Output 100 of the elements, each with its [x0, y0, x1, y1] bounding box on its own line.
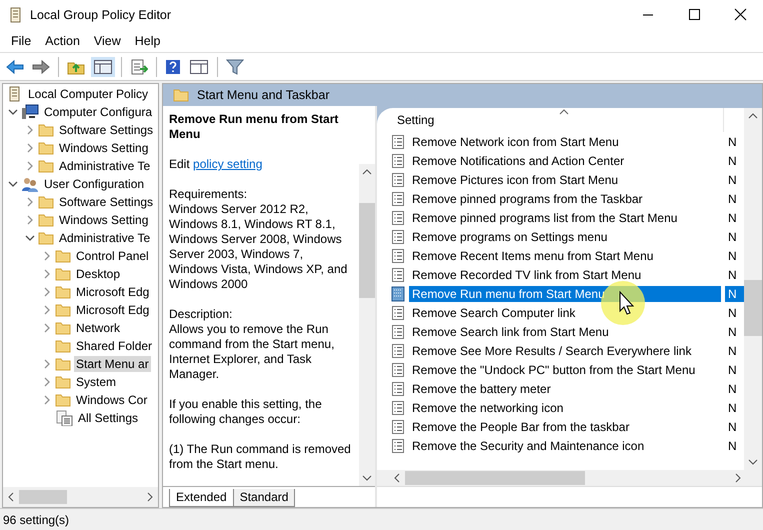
folder-icon [38, 123, 54, 137]
policy-setting-icon [391, 134, 405, 150]
scroll-up-icon[interactable] [748, 112, 758, 120]
chevron-right-icon[interactable] [42, 323, 52, 333]
setting-name[interactable]: Remove Search Computer link [409, 304, 721, 320]
chevron-right-icon[interactable] [42, 395, 52, 405]
folder-icon [55, 285, 71, 299]
tree-item[interactable]: Administrative Te [57, 230, 152, 246]
scroll-down-icon[interactable] [362, 474, 372, 482]
horizontal-scrollbar[interactable] [3, 487, 158, 507]
scroll-left-icon[interactable] [7, 492, 15, 502]
table-cell-text: N [727, 362, 738, 378]
folder-icon [55, 321, 71, 335]
chevron-down-icon[interactable] [25, 233, 35, 243]
status-text: 96 setting(s) [3, 512, 70, 526]
users-icon [21, 176, 39, 192]
folder-icon [173, 88, 189, 102]
vertical-scrollbar[interactable] [744, 108, 762, 470]
chevron-right-icon[interactable] [25, 161, 35, 171]
setting-name[interactable]: Remove Notifications and Action Center [409, 152, 721, 168]
tree-item[interactable]: Software Settings [57, 122, 156, 138]
scrollbar-thumb[interactable] [744, 280, 762, 336]
column-header[interactable]: Setting [397, 113, 434, 127]
tree-item[interactable]: Administrative Te [57, 158, 152, 174]
tree-item[interactable]: Start Menu ar [74, 356, 151, 372]
chevron-right-icon[interactable] [25, 125, 35, 135]
setting-name[interactable]: Remove Network icon from Start Menu [409, 134, 721, 150]
scroll-left-icon[interactable] [393, 473, 401, 483]
chevron-right-icon[interactable] [25, 215, 35, 225]
setting-name[interactable]: Remove pinned programs from the Taskbar [409, 190, 721, 206]
chevron-right-icon[interactable] [42, 305, 52, 315]
tree-item[interactable]: Control Panel [74, 248, 151, 264]
filter-icon[interactable] [224, 56, 246, 76]
tree-item[interactable]: All Settings [76, 410, 140, 426]
tree-item[interactable]: User Configuration [42, 176, 146, 192]
tree-item[interactable]: Windows Setting [57, 140, 150, 156]
table-cell-text: N [727, 324, 738, 340]
tree-item[interactable]: System [74, 374, 118, 390]
folder-icon [38, 159, 54, 173]
setting-name[interactable]: Remove the People Bar from the taskbar [409, 418, 721, 434]
description-label: Description: [169, 307, 234, 322]
tree-item[interactable]: Shared Folder [74, 338, 154, 354]
sort-caret-icon[interactable] [559, 108, 569, 116]
console-tree-icon[interactable] [91, 56, 115, 76]
setting-name[interactable]: Remove Recent Items menu from Start Menu [409, 248, 721, 264]
setting-name[interactable]: Remove See More Results / Search Everywhere link [409, 342, 721, 358]
chevron-down-icon[interactable] [8, 179, 18, 189]
table-cell-text: N [727, 266, 738, 282]
chevron-right-icon[interactable] [25, 143, 35, 153]
tree-item[interactable]: Microsoft Edg [74, 284, 152, 300]
tree-item[interactable]: Computer Configura [42, 104, 154, 120]
setting-name[interactable]: Remove Search link from Start Menu [409, 324, 721, 340]
setting-name[interactable]: Remove the battery meter [409, 380, 721, 396]
scrollbar-thumb[interactable] [359, 202, 375, 298]
menu-item[interactable]: Help [128, 32, 168, 50]
chevron-right-icon[interactable] [42, 287, 52, 297]
view-tab[interactable]: Extended [169, 489, 234, 507]
table-cell-text: N [727, 134, 738, 150]
tree-item[interactable]: Microsoft Edg [74, 302, 152, 318]
scrollbar-thumb[interactable] [405, 471, 585, 485]
scroll-right-icon[interactable] [146, 492, 154, 502]
setting-name[interactable]: Remove the Security and Maintenance icon [409, 438, 721, 454]
policy-selected-icon [391, 286, 405, 302]
menu-item[interactable]: File [4, 32, 38, 50]
tree-item[interactable]: Software Settings [57, 194, 156, 210]
horizontal-scrollbar[interactable] [377, 470, 762, 486]
tree-item[interactable]: Desktop [74, 266, 122, 282]
scroll-up-icon[interactable] [362, 168, 372, 176]
edit-label: Edit [169, 157, 190, 171]
policy-setting-link[interactable]: policy setting [193, 157, 262, 171]
setting-name[interactable]: Remove Pictures icon from Start Menu [409, 172, 721, 188]
view-tab[interactable]: Standard [232, 489, 296, 507]
window-title: Local Group Policy Editor [30, 8, 172, 22]
setting-name[interactable]: Remove Recorded TV link from Start Menu [409, 266, 721, 282]
chevron-right-icon[interactable] [42, 269, 52, 279]
chevron-right-icon[interactable] [42, 377, 52, 387]
scroll-down-icon[interactable] [748, 458, 758, 466]
chevron-right-icon[interactable] [25, 197, 35, 207]
menu-item[interactable]: Action [38, 32, 87, 50]
tree-item[interactable]: Windows Cor [74, 392, 150, 408]
setting-name[interactable]: Remove programs on Settings menu [409, 228, 721, 244]
policy-setting-icon [391, 190, 405, 206]
description-paragraph: (1) The Run command is removed from the Start menu. [169, 442, 352, 472]
scroll-right-icon[interactable] [734, 473, 742, 483]
scrollbar-thumb[interactable] [19, 490, 67, 504]
chevron-right-icon[interactable] [42, 359, 52, 369]
description-paragraph: If you enable this setting, the following changes occur: [169, 397, 323, 427]
settings-list-icon [55, 410, 73, 426]
chevron-right-icon[interactable] [42, 251, 52, 261]
tree-item[interactable]: Network [74, 320, 122, 336]
tree-item[interactable]: Local Computer Policy [26, 86, 150, 102]
tree-item[interactable]: Windows Setting [57, 212, 150, 228]
policy-setting-icon [391, 248, 405, 264]
setting-name[interactable]: Remove pinned programs list from the Start Menu [409, 210, 721, 226]
chevron-down-icon[interactable] [8, 107, 18, 117]
folder-icon [55, 303, 71, 317]
menu-item[interactable]: View [86, 32, 128, 50]
setting-name[interactable]: Remove the networking icon [409, 400, 721, 416]
setting-name[interactable]: Remove the "Undock PC" button from the Start Menu [409, 362, 721, 378]
vertical-scrollbar[interactable] [359, 164, 375, 486]
